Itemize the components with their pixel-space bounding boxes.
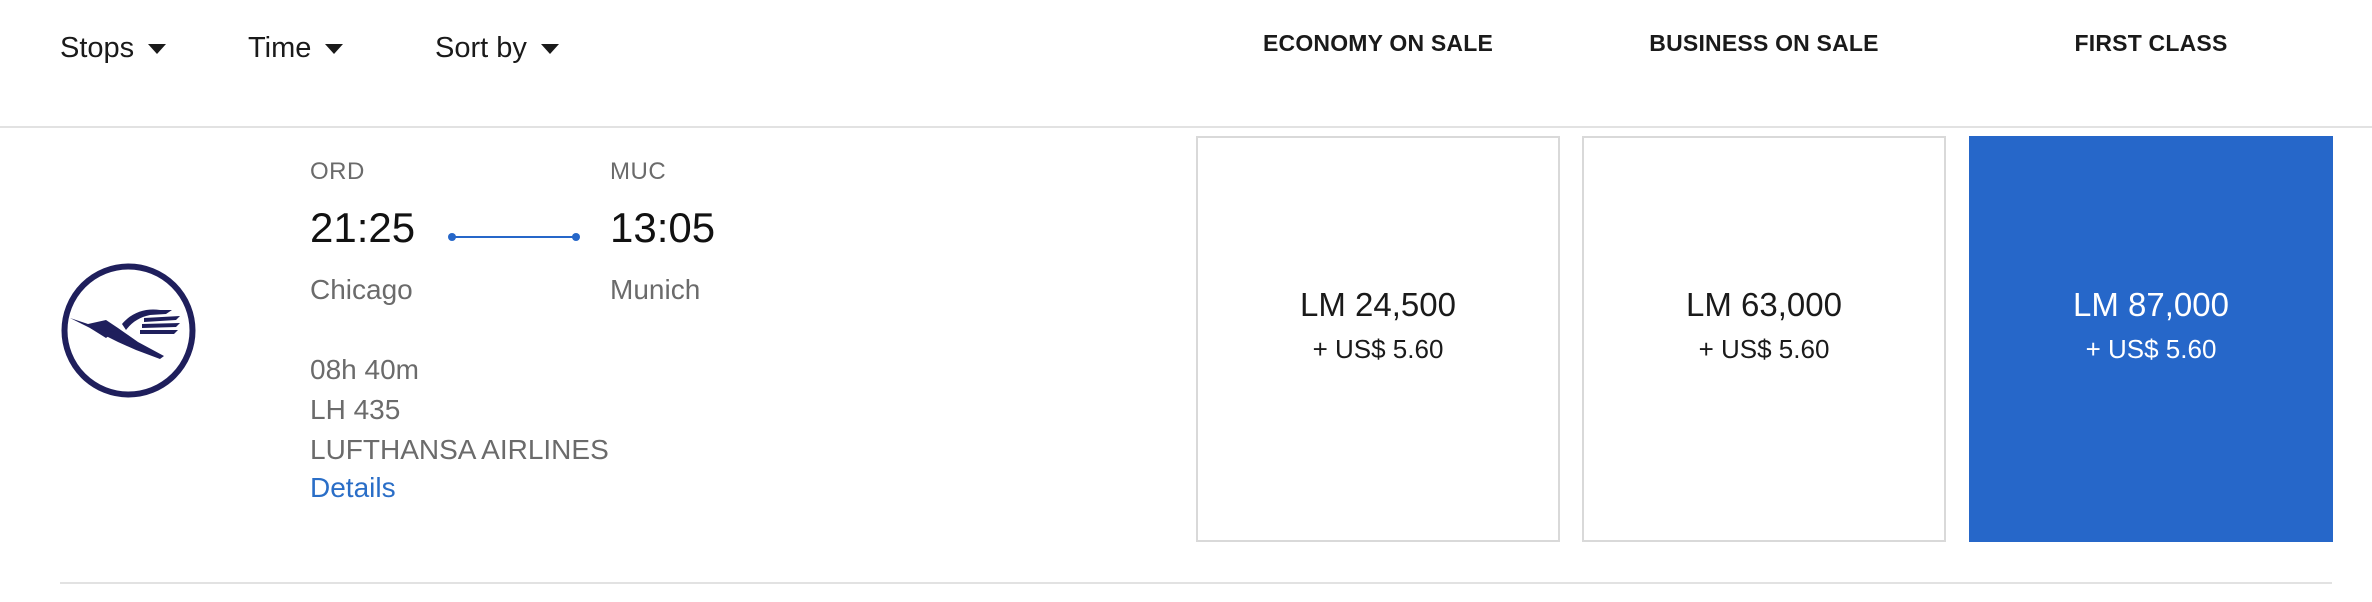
- caret-down-icon: [325, 44, 344, 54]
- lufthansa-crane-icon: [61, 263, 196, 398]
- first-class-fare-option[interactable]: LM 87,000 + US$ 5.60: [1969, 136, 2333, 542]
- business-column-header: BUSINESS ON SALE: [1649, 30, 1879, 56]
- results-header: Stops Time Sort by ECONOMY ON SALE BUSIN…: [0, 0, 2372, 128]
- first-class-column-header: FIRST CLASS: [2074, 30, 2228, 56]
- business-fare-option[interactable]: LM 63,000 + US$ 5.60: [1582, 136, 1946, 542]
- departure-time: 21:25: [310, 204, 416, 251]
- time-filter-label: Time: [248, 31, 312, 64]
- business-fare-tax: + US$ 5.60: [1698, 334, 1830, 364]
- time-filter-dropdown[interactable]: Time: [248, 28, 344, 68]
- caret-down-icon: [148, 44, 167, 54]
- route-line-icon: [448, 233, 580, 241]
- stops-filter-dropdown[interactable]: Stops: [60, 28, 167, 68]
- first-class-fare-price: LM 87,000: [2073, 286, 2229, 323]
- economy-fare-option[interactable]: LM 24,500 + US$ 5.60: [1196, 136, 1560, 542]
- sort-by-dropdown[interactable]: Sort by: [435, 28, 559, 68]
- flight-number: LH 435: [310, 394, 401, 425]
- business-fare-price: LM 63,000: [1686, 286, 1842, 323]
- flight-duration: 08h 40m: [310, 354, 419, 385]
- origin-city: Chicago: [310, 274, 413, 305]
- origin-airport-code: ORD: [310, 158, 365, 185]
- economy-fare-tax: + US$ 5.60: [1312, 334, 1444, 364]
- caret-down-icon: [540, 44, 559, 54]
- sort-by-label: Sort by: [435, 31, 527, 64]
- arrival-time: 13:05: [610, 204, 716, 251]
- airline-name: LUFTHANSA AIRLINES: [310, 434, 609, 465]
- destination-airport-code: MUC: [610, 158, 667, 185]
- stops-filter-label: Stops: [60, 31, 135, 64]
- destination-city: Munich: [610, 274, 701, 305]
- row-divider: [60, 582, 2332, 584]
- first-class-fare-tax: + US$ 5.60: [2085, 334, 2217, 364]
- economy-column-header: ECONOMY ON SALE: [1262, 30, 1494, 56]
- economy-fare-price: LM 24,500: [1300, 286, 1456, 323]
- details-link[interactable]: Details: [310, 472, 396, 504]
